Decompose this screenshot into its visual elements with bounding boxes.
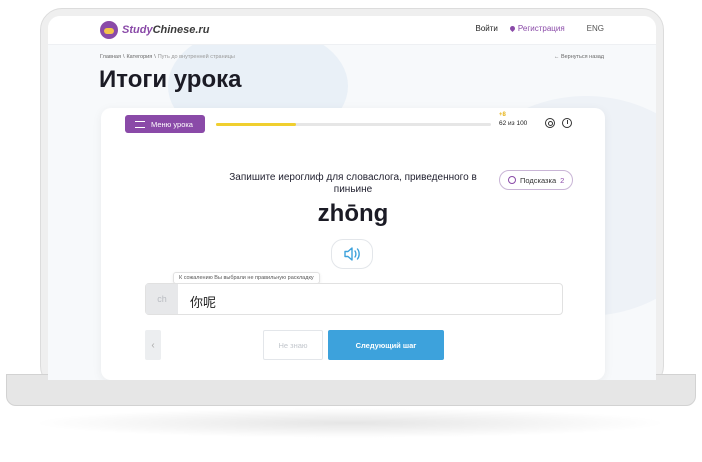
hint-label: Подсказка bbox=[520, 175, 557, 185]
site-header: StudyChinese.ru Войти Регистрация ENG bbox=[48, 16, 656, 45]
login-link[interactable]: Войти bbox=[476, 24, 498, 33]
breadcrumb: Главная \ Категория \ Путь до внутренней… bbox=[100, 54, 235, 60]
dont-know-button[interactable]: Не знаю bbox=[263, 330, 323, 360]
hint-icon bbox=[508, 176, 516, 184]
page-title: Итоги урока bbox=[99, 66, 242, 93]
lesson-menu-label: Меню урока bbox=[151, 119, 193, 129]
breadcrumb-separator: \ bbox=[154, 54, 156, 60]
lesson-progress-fill bbox=[216, 123, 296, 126]
register-label: Регистрация bbox=[517, 24, 565, 33]
previous-button[interactable]: ‹ bbox=[145, 330, 161, 360]
back-link[interactable]: ← Вернуться назад bbox=[554, 54, 604, 60]
answer-input[interactable]: ch 你呢 bbox=[145, 283, 563, 315]
points-gained: +8 bbox=[499, 112, 506, 118]
breadcrumb-current: Путь до внутренней страницы bbox=[157, 54, 235, 60]
exercise-card: Меню урока +8 62 из 100 Запишите иерогли… bbox=[101, 108, 605, 380]
speedometer-icon[interactable] bbox=[562, 118, 572, 128]
laptop-shadow bbox=[30, 408, 670, 438]
logo-text-domain: Chinese.ru bbox=[152, 24, 210, 36]
gear-icon[interactable] bbox=[545, 118, 555, 128]
chevron-left-icon: ‹ bbox=[151, 339, 155, 351]
location-pin-icon bbox=[508, 24, 516, 33]
input-language-tag: ch bbox=[146, 284, 178, 314]
speaker-icon bbox=[344, 247, 360, 261]
hamburger-icon bbox=[135, 120, 145, 128]
breadcrumb-category[interactable]: Категория bbox=[126, 54, 152, 60]
lesson-progress-bar bbox=[216, 123, 491, 126]
logo-text-study: Study bbox=[122, 24, 153, 36]
pinyin-prompt: zhōng bbox=[317, 200, 389, 227]
register-link[interactable]: Регистрация bbox=[508, 24, 565, 33]
site-logo[interactable]: StudyChinese.ru bbox=[100, 19, 209, 41]
breadcrumb-separator: \ bbox=[122, 54, 125, 60]
logo-icon bbox=[100, 21, 118, 39]
logo-text: StudyChinese.ru bbox=[122, 24, 209, 36]
laptop-screen: StudyChinese.ru Войти Регистрация ENG Гл… bbox=[48, 16, 656, 380]
breadcrumb-home[interactable]: Главная bbox=[100, 54, 121, 60]
next-step-button[interactable]: Следующий шаг bbox=[328, 330, 444, 360]
answer-input-value[interactable]: 你呢 bbox=[190, 292, 216, 311]
play-audio-button[interactable] bbox=[331, 239, 373, 269]
hint-button[interactable]: Подсказка 2 bbox=[499, 170, 573, 190]
lesson-score: 62 из 100 bbox=[499, 120, 528, 127]
lesson-menu-button[interactable]: Меню урока bbox=[125, 115, 205, 133]
exercise-question: Запишите иероглиф для словаслога, привед… bbox=[229, 172, 477, 195]
header-nav: Войти Регистрация ENG bbox=[476, 24, 605, 33]
hint-count: 2 bbox=[560, 175, 565, 185]
language-switch[interactable]: ENG bbox=[587, 24, 604, 33]
